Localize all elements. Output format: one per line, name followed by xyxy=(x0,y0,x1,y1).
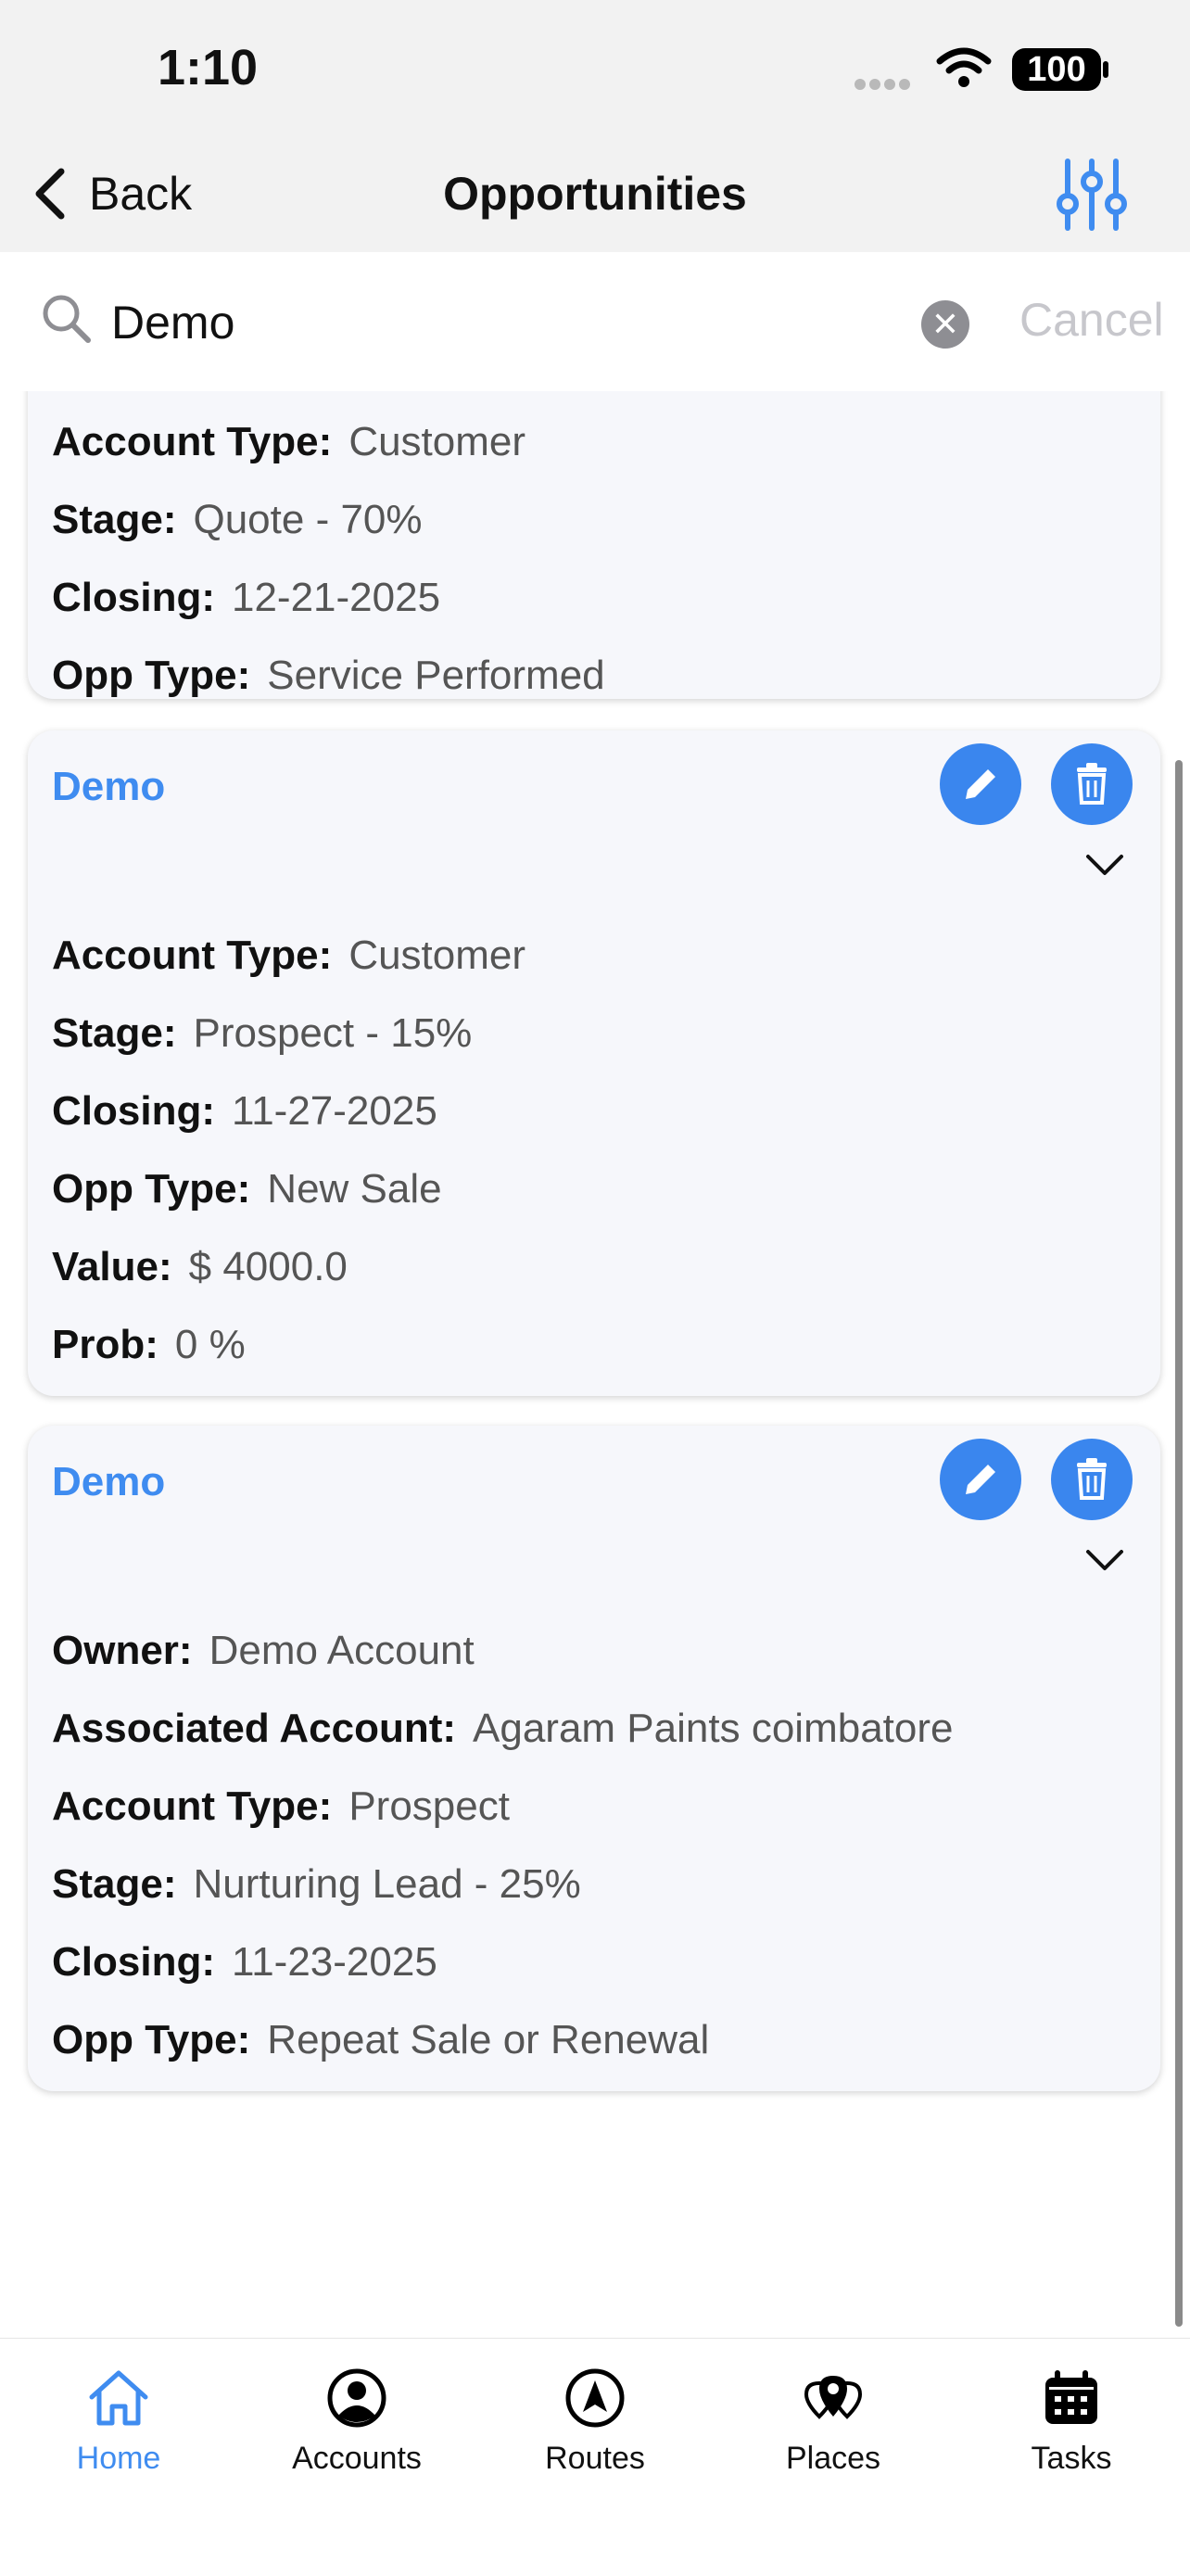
clear-search-icon[interactable]: ✕ xyxy=(921,300,969,349)
card-row: Prob: 0 % xyxy=(52,1322,246,1367)
scroll-indicator[interactable] xyxy=(1175,760,1183,2327)
tab-home[interactable]: Home xyxy=(0,2359,237,2477)
card-row: Closing: 11-27-2025 xyxy=(52,1088,437,1134)
chevron-down-icon[interactable] xyxy=(1084,853,1125,883)
card-row: Closing: 12-21-2025 xyxy=(52,575,441,620)
card-row: Opp Type: New Sale xyxy=(52,1166,442,1212)
search-input[interactable] xyxy=(109,289,901,356)
card-row: Value: $ 4000.0 xyxy=(52,1244,348,1289)
pencil-icon xyxy=(966,769,995,799)
tab-bar: Home Accounts Routes Places Tasks xyxy=(0,2338,1190,2576)
search-bar: ✕ Cancel xyxy=(0,252,1190,391)
status-time: 1:10 xyxy=(158,40,259,95)
opportunity-card[interactable]: Account Type: Customer Stage: Quote - 70% … xyxy=(28,391,1160,699)
card-row: Stage: Quote - 70% xyxy=(52,497,423,542)
chevron-down-icon[interactable] xyxy=(1084,1548,1125,1579)
card-row: Associated Account: Agaram Paints coimbat… xyxy=(52,1706,954,1751)
tab-tasks[interactable]: Tasks xyxy=(953,2359,1190,2477)
trash-icon xyxy=(1077,763,1107,805)
card-row: Owner: Demo Account xyxy=(52,1628,475,1673)
places-pins-icon xyxy=(715,2359,952,2437)
cellular-signal-icon xyxy=(855,78,914,95)
status-bar: 1:10 100 xyxy=(0,0,1190,139)
tab-routes[interactable]: Routes xyxy=(476,2359,714,2477)
search-icon xyxy=(41,293,93,349)
navigation-icon xyxy=(476,2359,714,2437)
opportunity-title[interactable]: Demo xyxy=(52,1459,165,1505)
tab-label: Home xyxy=(76,2441,161,2476)
card-row: Stage: Prospect - 15% xyxy=(52,1010,473,1056)
card-row: Account Type: Customer xyxy=(52,419,526,464)
edit-button[interactable] xyxy=(940,743,1021,825)
battery-tip xyxy=(1103,61,1108,78)
card-row: Account Type: Customer xyxy=(52,933,526,978)
back-label: Back xyxy=(89,168,193,220)
tab-places[interactable]: Places xyxy=(715,2359,952,2477)
opportunity-card[interactable]: Demo Owner: Demo Account Associated Acco… xyxy=(28,1426,1160,2091)
tab-label: Tasks xyxy=(1031,2441,1112,2476)
delete-button[interactable] xyxy=(1051,743,1133,825)
card-row: Opp Type: Repeat Sale or Renewal xyxy=(52,2017,710,2062)
tab-label: Routes xyxy=(545,2441,645,2476)
back-button[interactable]: Back xyxy=(32,161,192,226)
filter-sliders-icon[interactable] xyxy=(1055,156,1129,234)
account-circle-icon xyxy=(238,2359,475,2437)
card-row: Closing: 11-23-2025 xyxy=(52,1939,437,1985)
battery-icon: 100 xyxy=(1012,48,1101,91)
trash-icon xyxy=(1077,1458,1107,1500)
opportunity-title[interactable]: Demo xyxy=(52,764,165,810)
card-row: Opp Type: Service Performed xyxy=(52,653,605,698)
tab-accounts[interactable]: Accounts xyxy=(238,2359,475,2477)
opportunity-list[interactable]: Account Type: Customer Stage: Quote - 70% … xyxy=(0,391,1190,2338)
edit-button[interactable] xyxy=(940,1439,1021,1520)
tab-label: Accounts xyxy=(292,2441,422,2476)
card-row: Account Type: Prospect xyxy=(52,1783,510,1829)
delete-button[interactable] xyxy=(1051,1439,1133,1520)
tab-label: Places xyxy=(785,2441,881,2476)
home-icon xyxy=(0,2359,237,2437)
pencil-icon xyxy=(966,1465,995,1494)
cancel-button[interactable]: Cancel xyxy=(1019,293,1164,347)
wifi-icon xyxy=(936,46,992,94)
chevron-left-icon xyxy=(35,168,65,220)
opportunity-card[interactable]: Demo Account Type:Customer Stage:Prosp xyxy=(28,730,1160,1396)
calendar-icon xyxy=(953,2359,1190,2437)
navigation-bar: Opportunities Back xyxy=(0,139,1190,252)
card-row: Stage: Nurturing Lead - 25% xyxy=(52,1861,581,1907)
